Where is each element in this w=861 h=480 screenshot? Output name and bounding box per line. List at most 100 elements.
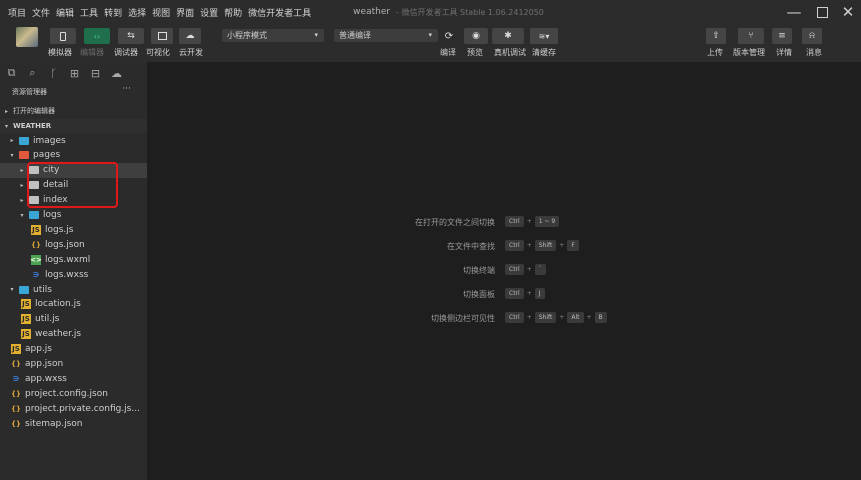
details-label: 详情 — [776, 48, 792, 57]
simulator-button[interactable] — [50, 28, 76, 44]
debugger-label: 调试器 — [114, 48, 138, 57]
shortcut-keys: Ctrl +1 ~ 9 — [505, 216, 560, 227]
mode-select[interactable]: 小程序模式 ▾ — [222, 29, 324, 42]
menu-tools[interactable]: 工具 — [80, 6, 98, 19]
debug-icon[interactable]: ⊟ — [88, 66, 103, 80]
project-section[interactable]: ▾ WEATHER — [0, 119, 147, 133]
shortcut-label: 在文件中查找 — [447, 242, 495, 251]
tree-item-label: project.config.json — [25, 388, 108, 399]
tree-item-label: images — [33, 135, 66, 146]
chevron-down-icon[interactable]: ▾ — [18, 212, 26, 219]
folder-icon — [19, 150, 29, 160]
details-button[interactable]: ≡ — [772, 28, 792, 44]
maximize-box — [816, 6, 828, 18]
messages-button[interactable]: ⍾ — [802, 28, 822, 44]
tree-item-label: logs — [43, 210, 62, 220]
tree-item-pages[interactable]: ▾ pages — [0, 148, 147, 163]
keycap: Shift — [534, 312, 557, 323]
bell-icon: ⍾ — [809, 31, 815, 41]
menu-help[interactable]: 帮助 — [224, 6, 242, 19]
chevron-right-icon[interactable]: ▸ — [18, 167, 26, 174]
minimize-icon[interactable]: — — [782, 0, 806, 24]
phone-icon — [60, 31, 66, 41]
compile-select[interactable]: 普通编译 ▾ — [334, 29, 438, 42]
upload-button[interactable]: ⇪ — [706, 28, 726, 44]
tree-item-logs-json[interactable]: {} logs.json — [0, 237, 147, 252]
tree-item-logs[interactable]: ▾ logs — [0, 208, 147, 223]
menu-project[interactable]: 项目 — [8, 6, 26, 19]
cloud-tool-icon[interactable]: ☁ — [109, 66, 124, 80]
shortcut-keys: Ctrl + J — [505, 288, 545, 299]
key-separator: + — [526, 218, 532, 225]
tree-item-label: logs.js — [45, 224, 74, 235]
tree-item-project-config-json[interactable]: {} project.config.json — [0, 386, 147, 401]
chevron-right-icon[interactable]: ▸ — [8, 137, 16, 144]
compile-label: 编译 — [440, 48, 456, 57]
chevron-down-icon[interactable]: ▾ — [8, 286, 16, 293]
extensions-icon[interactable]: ⊞ — [67, 66, 82, 80]
tree-item-logs-js[interactable]: JS logs.js — [0, 222, 147, 237]
menu-devtools[interactable]: 微信开发者工具 — [248, 6, 311, 19]
maximize-icon[interactable] — [810, 0, 834, 24]
js-file-icon: JS — [21, 299, 31, 310]
tree-item-images[interactable]: ▸ images — [0, 133, 147, 148]
preview-button[interactable]: ◉ — [464, 28, 488, 44]
open-editors-section[interactable]: ▸ 打开的编辑器 — [0, 104, 147, 118]
tree-item-logs-wxml[interactable]: <> logs.wxml — [0, 252, 147, 267]
tree-item-util-js[interactable]: JS util.js — [0, 312, 147, 327]
tree-item-location-js[interactable]: JS location.js — [0, 297, 147, 312]
files-icon[interactable]: ⧉ — [4, 66, 19, 80]
compile-select-value: 普通编译 — [339, 31, 371, 40]
menu-settings[interactable]: 设置 — [200, 6, 218, 19]
toolbar: ‹› ⇆ ☁ 模拟器 编辑器 调试器 可视化 云开发 小程序模式 ▾ 普通编译 … — [0, 24, 861, 62]
editor-button[interactable]: ‹› — [84, 28, 110, 44]
visual-button[interactable] — [151, 28, 173, 44]
upload-label: 上传 — [707, 48, 723, 57]
tree-item-label: app.wxss — [25, 373, 67, 384]
shortcut-label: 切换面板 — [463, 290, 495, 299]
tree-item-utils[interactable]: ▾ utils — [0, 282, 147, 297]
explorer-title: 资源管理器 — [12, 88, 47, 96]
menu-view[interactable]: 视图 — [152, 6, 170, 19]
source-control-icon[interactable]: ᚴ — [46, 66, 61, 80]
close-icon[interactable]: ✕ — [836, 0, 860, 24]
avatar[interactable] — [16, 27, 38, 47]
menu-interface[interactable]: 界面 — [176, 6, 194, 19]
tree-item-logs-wxss[interactable]: ∋ logs.wxss — [0, 267, 147, 282]
compile-button[interactable]: ⟳ — [438, 28, 460, 44]
swap-icon: ⇆ — [127, 31, 135, 41]
menu-file[interactable]: 文件 — [32, 6, 50, 19]
tree-item-sitemap-json[interactable]: {} sitemap.json — [0, 416, 147, 431]
shortcut-keys: Ctrl + ` — [505, 264, 546, 275]
menu-select[interactable]: 选择 — [128, 6, 146, 19]
tree-item-app-js[interactable]: JS app.js — [0, 342, 147, 357]
menu-goto[interactable]: 转到 — [104, 6, 122, 19]
wxss-file-icon: ∋ — [32, 270, 40, 279]
more-icon[interactable]: ··· — [122, 84, 131, 94]
explorer-header: 资源管理器 ··· — [0, 84, 147, 100]
json-file-icon: {} — [11, 389, 21, 398]
cloud-icon: ☁ — [185, 31, 195, 41]
window-app-name: - 微信开发者工具 Stable 1.06.2412050 — [396, 7, 544, 17]
menu-edit[interactable]: 编辑 — [56, 6, 74, 19]
clear-cache-button[interactable]: ≋▾ — [530, 28, 558, 44]
chevron-right-icon[interactable]: ▸ — [18, 197, 26, 204]
version-button[interactable]: ⑂ — [738, 28, 764, 44]
json-file-icon: {} — [11, 360, 21, 368]
cloud-button[interactable]: ☁ — [179, 28, 201, 44]
key-separator: + — [586, 314, 592, 321]
shortcut-keys: Ctrl + Shift + Alt + B — [505, 312, 607, 323]
tree-item-app-json[interactable]: {} app.json — [0, 357, 147, 372]
remote-debug-button[interactable]: ✱ — [492, 28, 524, 44]
key-separator: + — [526, 266, 532, 273]
debugger-button[interactable]: ⇆ — [118, 28, 144, 44]
keycap: Ctrl — [505, 216, 524, 227]
tree-item-app-wxss[interactable]: ∋ app.wxss — [0, 371, 147, 386]
tree-item-label: pages — [33, 150, 61, 161]
chevron-right-icon[interactable]: ▸ — [18, 182, 26, 189]
tree-item-project-private-config-js[interactable]: {} project.private.config.js... — [0, 401, 147, 416]
search-icon[interactable]: ⌕ — [25, 66, 40, 80]
tree-item-weather-js[interactable]: JS weather.js — [0, 327, 147, 342]
chevron-down-icon[interactable]: ▾ — [8, 152, 16, 159]
tree-item-label: logs.wxss — [45, 269, 89, 280]
